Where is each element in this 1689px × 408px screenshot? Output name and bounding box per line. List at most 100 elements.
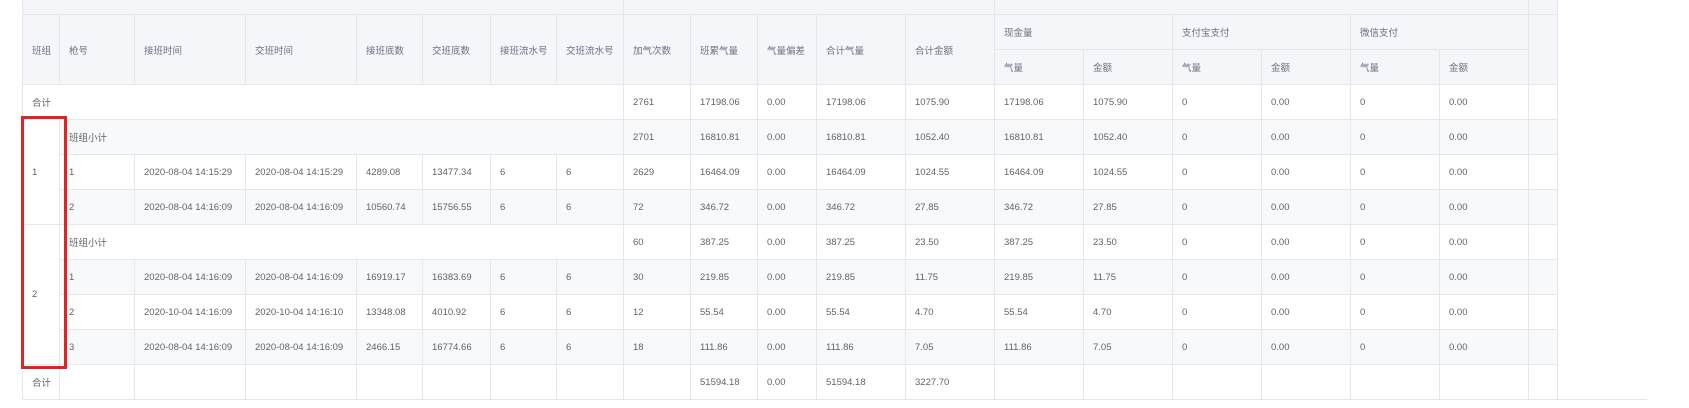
data-cell: 0 <box>1172 189 1262 225</box>
data-cell: 4010.92 <box>422 294 491 330</box>
footer-total-row: 合计 51594.18 0.00 51594.18 3227.70 <box>22 364 1558 400</box>
col-header-gas-diff[interactable]: 气量偏差 <box>757 14 817 85</box>
shift-report-table: 班组 枪号 接班时间 交班时间 接班底数 交班底数 接班流水号 交班流水号 加气… <box>22 0 1558 400</box>
data-cell: 4.70 <box>905 294 995 330</box>
header-top-row <box>22 0 1558 15</box>
subtotal-value-cell: 0 <box>1350 119 1440 155</box>
col-header-shift[interactable]: 班组 <box>22 14 60 85</box>
subtotal-value-cell: 0 <box>1172 224 1262 260</box>
filler-cell <box>1528 154 1558 190</box>
col-header-alipay[interactable]: 支付宝支付 <box>1172 14 1351 50</box>
data-cell: 10560.74 <box>356 189 423 225</box>
data-cell: 7.05 <box>1083 329 1173 365</box>
data-cell: 0.00 <box>1261 154 1351 190</box>
total-value-cell: 17198.06 <box>690 84 758 120</box>
col-header-start-serial[interactable]: 接班流水号 <box>490 14 557 85</box>
empty-cell <box>356 364 423 400</box>
data-cell: 0 <box>1350 259 1440 295</box>
empty-cell <box>134 364 246 400</box>
col-header-wechat-amount[interactable]: 金额 <box>1439 49 1529 85</box>
subtotal-value-cell: 23.50 <box>905 224 995 260</box>
col-header-wechat-gas[interactable]: 气量 <box>1350 49 1440 85</box>
data-cell: 27.85 <box>905 189 995 225</box>
data-cell: 6 <box>490 189 557 225</box>
total-value-cell: 0.00 <box>1439 84 1529 120</box>
col-header-start-reading[interactable]: 接班底数 <box>356 14 423 85</box>
subtotal-value-cell: 0.00 <box>1439 224 1529 260</box>
subtotal-row: 2 班组小计 60 387.25 0.00 387.25 23.50 387.25 23.50 0… <box>22 224 1558 365</box>
data-cell: 11.75 <box>905 259 995 295</box>
subtotal-value-cell: 0.00 <box>757 224 817 260</box>
data-cell: 6 <box>490 294 557 330</box>
data-cell: 6 <box>490 329 557 365</box>
data-cell: 0.00 <box>1261 329 1351 365</box>
data-cell: 6 <box>556 189 624 225</box>
empty-cell <box>245 364 357 400</box>
data-cell: 0.00 <box>1439 189 1529 225</box>
col-header-cash[interactable]: 现金量 <box>994 14 1173 50</box>
total-value-cell: 0 <box>1172 84 1262 120</box>
data-cell: 2020-08-04 14:16:09 <box>134 329 246 365</box>
empty-cell <box>59 364 135 400</box>
data-cell: 6 <box>490 259 557 295</box>
data-cell: 6 <box>490 154 557 190</box>
col-header-fill-count[interactable]: 加气次数 <box>623 14 691 85</box>
col-header-meter-gas[interactable]: 班累气量 <box>690 14 758 85</box>
col-header-cash-amount[interactable]: 金额 <box>1083 49 1173 85</box>
subtotal-value-cell: 16810.81 <box>690 119 758 155</box>
footer-value-cell: 51594.18 <box>816 364 906 400</box>
data-cell: 2020-08-04 14:15:29 <box>245 154 357 190</box>
data-cell: 0.00 <box>1261 189 1351 225</box>
data-cell: 72 <box>623 189 691 225</box>
data-cell: 1 <box>59 154 135 190</box>
data-cell: 0 <box>1350 329 1440 365</box>
data-cell: 1 <box>59 259 135 295</box>
col-header-total-amount[interactable]: 合计金额 <box>905 14 995 85</box>
left-margin <box>0 0 22 408</box>
col-header-gun-no[interactable]: 枪号 <box>59 14 135 85</box>
data-cell: 0 <box>1172 259 1262 295</box>
data-cell: 4289.08 <box>356 154 423 190</box>
table-row: 3 2020-08-04 14:16:09 2020-08-04 14:16:09 2… <box>23 329 1558 365</box>
col-header-alipay-amount[interactable]: 金额 <box>1261 49 1351 85</box>
data-cell: 16464.09 <box>816 154 906 190</box>
filler-cell <box>1528 189 1558 225</box>
subtotal-value-cell: 0 <box>1172 119 1262 155</box>
data-cell: 0.00 <box>757 189 817 225</box>
table-row: 2 2020-10-04 14:16:09 2020-10-04 14:16:10 1… <box>23 294 1558 330</box>
data-cell: 2020-08-04 14:16:09 <box>245 189 357 225</box>
table-bottom-border <box>22 399 1647 400</box>
footer-value-cell: 51594.18 <box>690 364 758 400</box>
col-header-end-time[interactable]: 交班时间 <box>245 14 357 85</box>
footer-value-cell: 3227.70 <box>905 364 995 400</box>
data-cell: 3 <box>59 329 135 365</box>
data-cell: 0.00 <box>1439 154 1529 190</box>
data-cell: 0.00 <box>1439 259 1529 295</box>
empty-cell <box>623 364 691 400</box>
col-header-start-time[interactable]: 接班时间 <box>134 14 246 85</box>
data-cell: 6 <box>556 329 624 365</box>
filler-cell <box>1528 119 1558 155</box>
data-cell: 30 <box>623 259 691 295</box>
col-header-end-serial[interactable]: 交班流水号 <box>556 14 624 85</box>
subtotal-value-cell: 387.25 <box>816 224 906 260</box>
total-value-cell: 1075.90 <box>1083 84 1173 120</box>
data-cell: 13477.34 <box>422 154 491 190</box>
data-cell: 219.85 <box>690 259 758 295</box>
col-header-alipay-gas[interactable]: 气量 <box>1172 49 1262 85</box>
col-header-cash-gas[interactable]: 气量 <box>994 49 1084 85</box>
col-header-total-gas[interactable]: 合计气量 <box>816 14 906 85</box>
data-cell: 1024.55 <box>1083 154 1173 190</box>
footer-label-cell: 合计 <box>22 364 60 400</box>
data-cell: 2020-08-04 14:15:29 <box>134 154 246 190</box>
data-cell: 2020-08-04 14:16:09 <box>134 259 246 295</box>
data-cell: 0.00 <box>1439 329 1529 365</box>
data-cell: 1024.55 <box>905 154 995 190</box>
table-row: 1 2020-08-04 14:16:09 2020-08-04 14:16:09 1… <box>23 259 1558 295</box>
total-value-cell: 0 <box>1350 84 1440 120</box>
col-header-end-reading[interactable]: 交班底数 <box>422 14 491 85</box>
table-body: 合计 2761 17198.06 0.00 17198.06 1075.90 17198.0… <box>22 84 1558 400</box>
total-value-cell: 1075.90 <box>905 84 995 120</box>
col-header-wechat[interactable]: 微信支付 <box>1350 14 1529 50</box>
data-cell: 0.00 <box>757 329 817 365</box>
